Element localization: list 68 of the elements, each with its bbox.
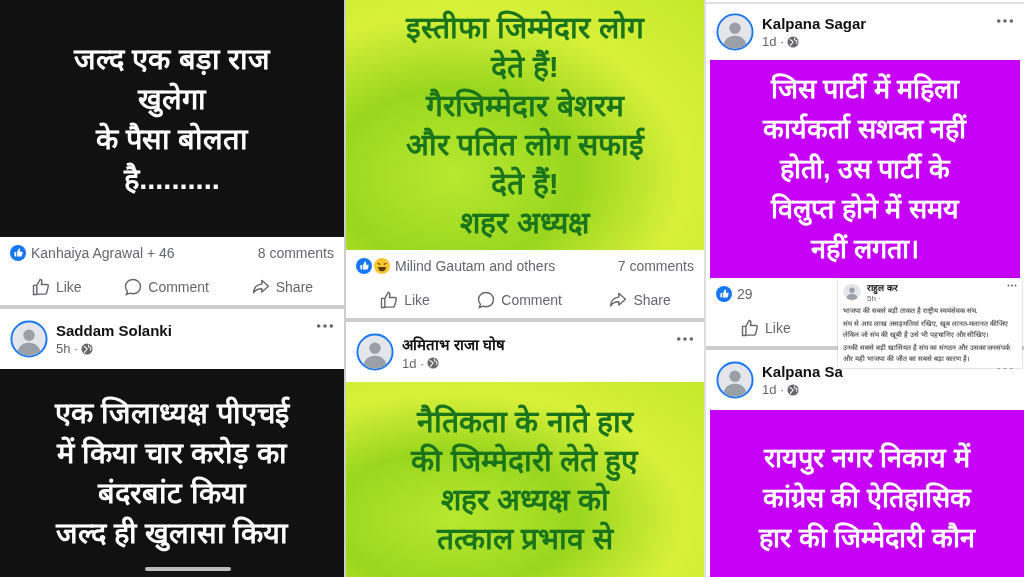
post-text: गैरजिम्मेदार बेशरम — [426, 87, 624, 124]
more-options-icon[interactable] — [316, 323, 334, 329]
reaction-summary[interactable]: 29 — [737, 286, 753, 302]
avatar-icon[interactable] — [716, 13, 754, 51]
like-button[interactable]: Like — [26, 275, 86, 299]
thumbs-up-icon — [30, 277, 51, 297]
post-time: 5h · — [867, 294, 882, 303]
like-reaction-icon — [716, 286, 732, 302]
laughing-emoji-icon — [374, 258, 390, 274]
reaction-summary[interactable]: Kanhaiya Agrawal + 46 — [31, 245, 175, 261]
more-options-icon — [1007, 284, 1017, 287]
share-arrow-icon — [608, 290, 629, 310]
post-text: कार्यकर्ता सशक्त नहीं — [763, 112, 967, 146]
author-name[interactable]: Kalpana Sa — [762, 363, 843, 380]
post-text: जल्द ही खुलासा किया — [55, 513, 289, 553]
post-text: विलुप्त होने में समय — [771, 192, 959, 228]
speech-bubble-icon — [123, 277, 144, 297]
like-button[interactable]: Like — [736, 316, 795, 340]
post-text: कांग्रेस की ऐतिहासिक — [763, 481, 971, 515]
post-text: शहर अध्यक्ष को — [440, 481, 610, 518]
avatar-icon[interactable] — [356, 333, 394, 371]
avatar-icon — [843, 283, 861, 301]
post-text: बंदरबांट किया — [98, 475, 246, 511]
post-text: हार की जिम्मेदारी कौन — [759, 521, 975, 555]
more-options-icon[interactable] — [996, 18, 1014, 24]
author-name[interactable]: Saddam Solanki — [56, 322, 172, 339]
post-text: होती, उस पार्टी के — [780, 152, 950, 186]
share-arrow-icon — [250, 277, 271, 297]
post-time: 1d · — [762, 382, 785, 397]
avatar-icon[interactable] — [716, 361, 754, 399]
like-button[interactable]: Like — [375, 288, 434, 312]
comment-button[interactable]: Comment — [472, 288, 566, 312]
post-time: 1d · — [402, 355, 425, 371]
more-options-icon[interactable] — [676, 336, 694, 342]
post-text: नहीं लगता। — [810, 232, 920, 266]
author-name: राहुल कर — [867, 282, 899, 294]
post-text: के पैसा बोलता — [95, 121, 249, 157]
avatar-icon[interactable] — [10, 320, 48, 358]
like-reaction-icon — [356, 258, 372, 274]
post-text: देते हैं! — [491, 48, 559, 85]
post-text: एक जिलाध्यक्ष पीएचई — [55, 395, 289, 431]
post-text: और पतित लोग सफाई — [406, 126, 644, 163]
post-text: जल्द एक बड़ा राज — [74, 41, 270, 77]
post-text: नैतिकता के नाते हार — [417, 403, 633, 440]
post-text: शहर अध्यक्ष — [460, 205, 590, 241]
post-text: जिस पार्टी में महिला — [770, 72, 960, 106]
post-text: देते हैं! — [491, 165, 559, 202]
comment-count[interactable]: 7 comments — [617, 258, 694, 274]
share-button[interactable]: Share — [246, 275, 318, 299]
speech-bubble-icon — [476, 290, 497, 310]
comment-count[interactable]: 8 comments — [257, 245, 334, 261]
post-time: 5h · — [56, 341, 79, 356]
comment-button[interactable]: Comment — [119, 275, 213, 299]
post-text: तत्काल प्रभाव से — [437, 520, 613, 557]
post-time: 1d · — [762, 34, 785, 49]
like-reaction-icon — [10, 245, 26, 261]
post-text: खुलेगा — [138, 78, 206, 119]
author-name[interactable]: Kalpana Sagar — [762, 15, 867, 32]
post-text: इस्तीफा जिम्मेदार लोग — [406, 9, 644, 46]
post-text: की जिम्मेदारी लेते हुए — [411, 440, 639, 480]
post-text: में किया चार करोड़ का — [56, 435, 288, 471]
post-text: रायपुर नगर निकाय में — [764, 441, 970, 477]
share-button[interactable]: Share — [604, 288, 675, 312]
reaction-summary[interactable]: Milind Gautam and others — [395, 258, 556, 274]
thumbs-up-icon — [740, 318, 760, 338]
thumbs-up-icon — [379, 290, 400, 310]
author-name[interactable]: अमिताभ राजा घोष — [402, 333, 506, 354]
post-text: है.......... — [124, 161, 220, 197]
